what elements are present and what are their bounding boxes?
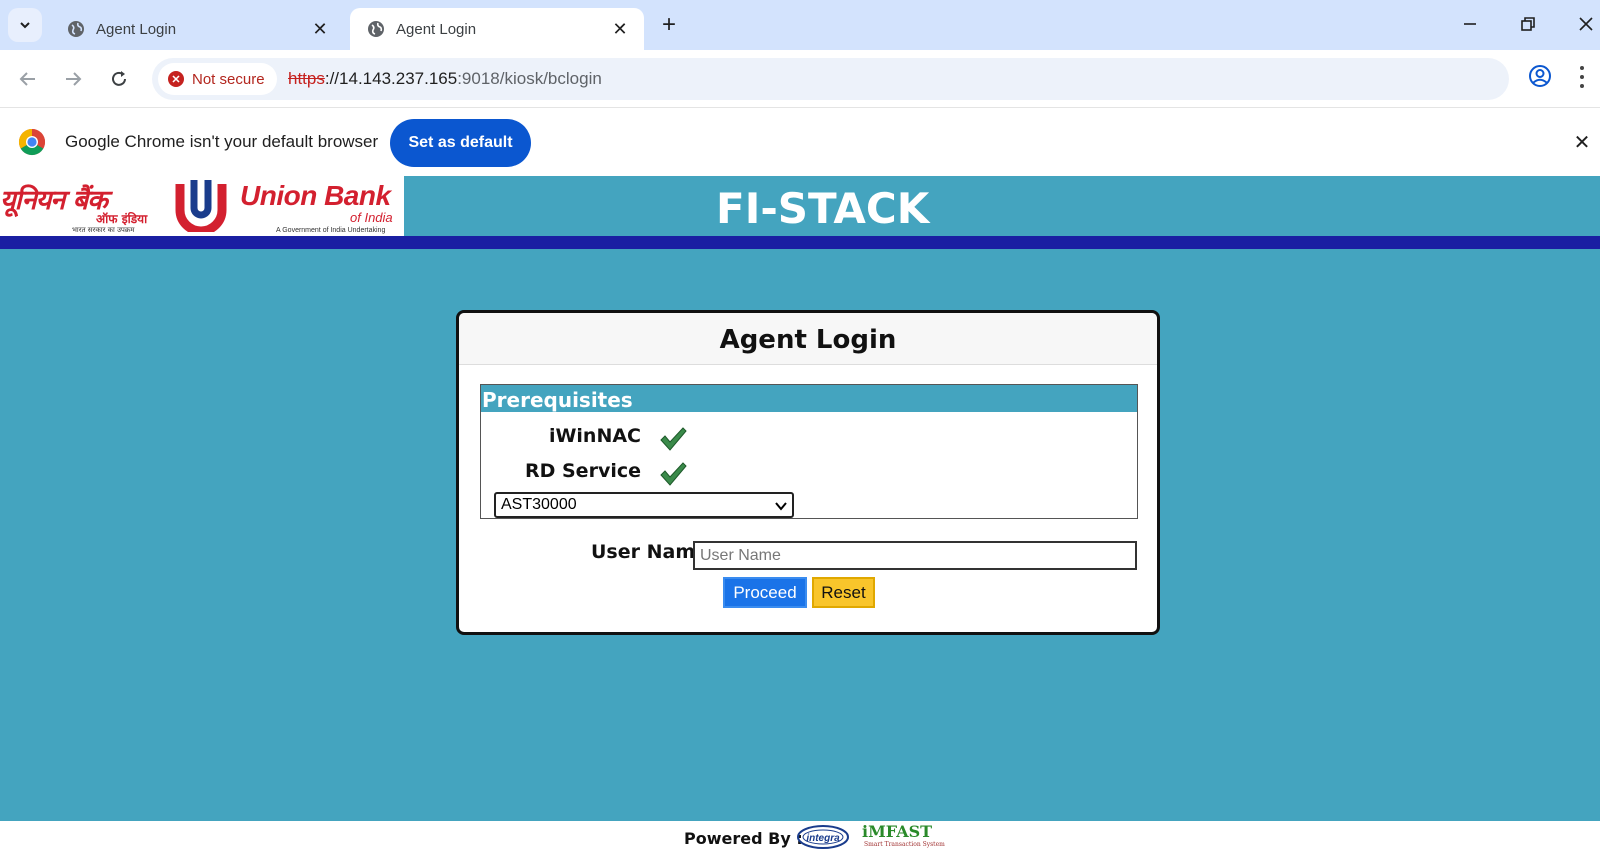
proceed-button[interactable]: Proceed xyxy=(723,577,807,608)
security-label: Not secure xyxy=(192,70,265,88)
tab-close-icon[interactable]: ✕ xyxy=(310,19,330,39)
logo-hindi-name: यूनियन बैंक xyxy=(0,185,108,216)
tab-search-button[interactable] xyxy=(8,8,42,42)
tab-strip: Agent Login ✕ Agent Login ✕ + xyxy=(0,0,1600,50)
chevron-down-icon xyxy=(775,502,787,511)
reset-button[interactable]: Reset xyxy=(812,577,875,608)
tab-inactive[interactable]: Agent Login ✕ xyxy=(50,8,344,50)
prerequisites-heading: Prerequisites xyxy=(481,385,1137,412)
login-title: Agent Login xyxy=(459,313,1157,365)
header-divider xyxy=(0,236,1600,249)
reload-icon[interactable] xyxy=(106,66,132,92)
chevron-down-icon xyxy=(20,22,30,29)
logo-hindi-tagline: भारत सरकार का उपक्रम xyxy=(72,226,135,234)
infobar-message: Google Chrome isn't your default browser xyxy=(65,132,379,151)
browser-toolbar: ✕ Not secure https://14.143.237.165:9018… xyxy=(0,50,1600,108)
prerequisites-panel: Prerequisites iWinNAC RD Service AST3000… xyxy=(480,384,1138,519)
profile-icon[interactable] xyxy=(1528,64,1552,88)
logo-english-tagline: A Government of India Undertaking xyxy=(276,227,386,234)
url-host: ://14.143.237.165 xyxy=(324,69,458,88)
address-bar[interactable]: ✕ Not secure https://14.143.237.165:9018… xyxy=(152,58,1509,100)
restore-icon[interactable] xyxy=(1516,12,1540,36)
page-footer: Powered By : integra iMFAST Smart Transa… xyxy=(0,821,1600,850)
tab-close-icon[interactable]: ✕ xyxy=(610,19,630,39)
new-tab-icon[interactable]: + xyxy=(656,11,682,38)
imfast-logo-text: iMFAST xyxy=(862,822,933,841)
tab-title: Agent Login xyxy=(96,20,177,38)
not-secure-icon: ✕ xyxy=(168,71,184,87)
infobar-close-icon[interactable]: ✕ xyxy=(1572,132,1592,154)
set-as-default-button[interactable]: Set as default xyxy=(390,119,531,167)
close-window-icon[interactable] xyxy=(1574,12,1598,36)
username-label: User Name xyxy=(591,541,709,563)
logo-english-sub: of India xyxy=(350,210,393,225)
default-browser-infobar: Google Chrome isn't your default browser… xyxy=(0,108,1600,176)
check-icon xyxy=(660,427,687,451)
minimize-icon[interactable] xyxy=(1458,12,1482,36)
check-icon xyxy=(660,462,687,486)
chrome-logo-icon xyxy=(18,128,46,156)
prereq-rdservice-label: RD Service xyxy=(524,460,641,482)
integra-label: integra xyxy=(806,833,840,844)
username-input[interactable] xyxy=(693,541,1137,570)
powered-by-label: Powered By : xyxy=(684,829,803,848)
integra-logo: integra xyxy=(797,825,849,849)
menu-kebab-icon[interactable] xyxy=(1578,66,1586,88)
tab-title: Agent Login xyxy=(396,20,477,38)
logo-hindi-sub: ऑफ इंडिया xyxy=(96,212,148,226)
prereq-iwinnac-label: iWinNAC xyxy=(548,425,641,447)
url-path: :9018/kiosk/bclogin xyxy=(457,69,602,88)
agent-login-card: Agent Login Prerequisites iWinNAC RD Ser… xyxy=(456,310,1160,635)
union-bank-mark-icon xyxy=(175,180,227,232)
imfast-tagline: Smart Transaction System xyxy=(864,841,945,848)
back-icon[interactable] xyxy=(15,66,41,92)
brand-title: FI-STACK xyxy=(716,184,930,233)
globe-icon xyxy=(368,21,384,37)
device-select[interactable]: AST30000 xyxy=(494,492,794,518)
globe-icon xyxy=(68,21,84,37)
union-bank-logo: यूनियन बैंक ऑफ इंडिया भारत सरकार का उपक्… xyxy=(0,176,404,236)
tab-active[interactable]: Agent Login ✕ xyxy=(350,8,644,50)
url-scheme: https xyxy=(288,69,325,88)
forward-icon[interactable] xyxy=(60,66,86,92)
logo-english-name: Union Bank xyxy=(240,180,391,211)
security-chip[interactable]: ✕ Not secure xyxy=(158,63,277,95)
url-text[interactable]: https://14.143.237.165:9018/kiosk/bclogi… xyxy=(288,69,602,89)
device-selected-value: AST30000 xyxy=(501,496,577,513)
